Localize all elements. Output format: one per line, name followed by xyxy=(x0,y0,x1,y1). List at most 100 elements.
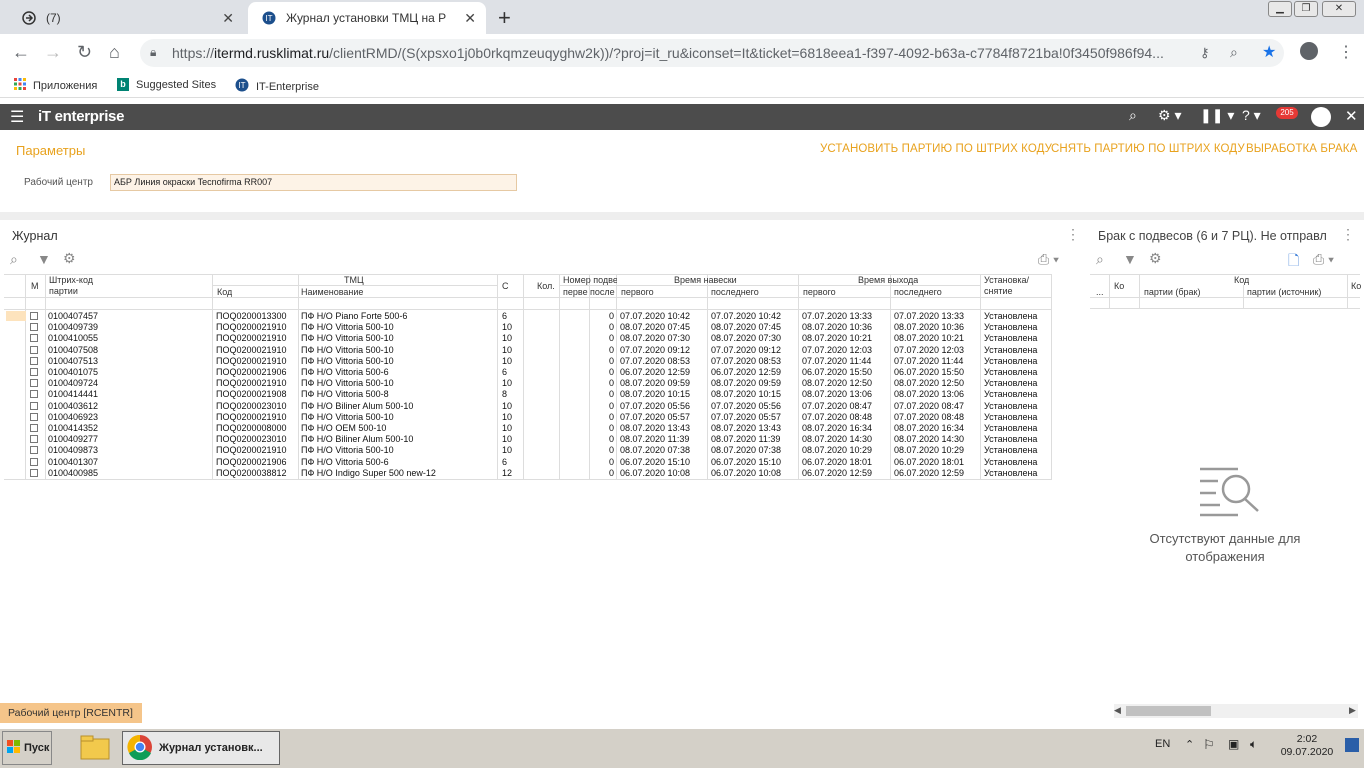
volume-icon[interactable]: 🔈︎ xyxy=(1250,737,1257,752)
col-header-exit-last[interactable]: последнего xyxy=(894,287,942,297)
bookmark-star-icon[interactable]: ★ xyxy=(1262,42,1276,62)
network-icon[interactable]: ▣ xyxy=(1228,737,1239,751)
table-row[interactable]: 0100409724 ПОQ0200021910 ПФ Н/О Vittoria 5… xyxy=(4,378,1052,389)
reload-icon[interactable]: ↻ xyxy=(77,42,92,63)
gear-icon[interactable]: ⚙ ▾ xyxy=(1158,107,1181,124)
col-header-hanger-first[interactable]: перве xyxy=(563,287,589,297)
scroll-left-icon[interactable]: ◀ xyxy=(1114,705,1121,716)
home-icon[interactable]: ⌂ xyxy=(109,42,120,63)
minimize-icon[interactable]: ▁ xyxy=(1268,1,1292,17)
table-row[interactable]: 0100414441 ПОQ0200021908 ПФ Н/О Vittoria 5… xyxy=(4,389,1052,400)
col-header-m[interactable]: М xyxy=(31,281,39,291)
col-header-hang-first[interactable]: первого xyxy=(621,287,654,297)
browser-tab-notifications[interactable]: (7) ✕ xyxy=(8,2,244,34)
bookmark-apps[interactable]: Приложения xyxy=(14,78,97,93)
col-header-hanger-last[interactable]: после xyxy=(590,287,616,297)
col-header-barcode[interactable]: Штрих-код xyxy=(49,275,93,285)
table-row[interactable]: 0100410055 ПОQ0200021910 ПФ Н/О Vittoria 5… xyxy=(4,333,1052,344)
col-header-hang-last[interactable]: последнего xyxy=(711,287,759,297)
user-avatar-icon[interactable] xyxy=(1311,107,1331,127)
restore-icon[interactable]: ❐ xyxy=(1294,1,1318,17)
scroll-right-icon[interactable]: ▶ xyxy=(1349,705,1356,716)
table-row[interactable]: 0100401307 ПОQ0200021906 ПФ Н/О Vittoria 5… xyxy=(4,457,1052,468)
col-header-qty[interactable]: Кол. xyxy=(537,281,555,291)
taskbar-chrome-window[interactable]: Журнал установк... xyxy=(122,731,280,765)
close-tab-icon[interactable]: ✕ xyxy=(464,10,476,27)
forward-icon[interactable]: → xyxy=(44,42,62,63)
app-logo[interactable]: iT enterprise xyxy=(38,108,124,125)
search-icon[interactable]: ⌕ xyxy=(1129,107,1137,124)
col-header-install[interactable]: Установка/ xyxy=(984,275,1029,285)
search-icon[interactable]: ⌕ xyxy=(10,251,18,268)
flag-icon[interactable]: ⚐ xyxy=(1203,737,1215,753)
table-row[interactable]: 0100407513 ПОQ0200021910 ПФ Н/О Vittoria 5… xyxy=(4,356,1052,367)
set-batch-by-barcode-link[interactable]: УСТАНОВИТЬ ПАРТИЮ ПО ШТРИХ КОДУ xyxy=(820,143,1052,155)
row-checkbox[interactable] xyxy=(30,323,38,332)
table-row[interactable]: 0100407508 ПОQ0200021910 ПФ Н/О Vittoria 5… xyxy=(4,345,1052,356)
lock-icon[interactable]: 🔒︎ xyxy=(150,45,156,60)
row-checkbox[interactable] xyxy=(30,368,38,376)
defect-output-link[interactable]: ВЫРАБОТКА БРАКА xyxy=(1246,143,1357,155)
table-row[interactable]: 0100403612 ПОQ0200023010 ПФ Н/О Biliner Al… xyxy=(4,401,1052,412)
row-checkbox[interactable] xyxy=(30,412,38,421)
back-icon[interactable]: ← xyxy=(12,42,30,63)
col-header-ko[interactable]: Ко xyxy=(1114,281,1124,291)
new-document-icon[interactable]: 🗋︎ xyxy=(1288,250,1299,274)
notification-badge[interactable]: 205 xyxy=(1276,107,1298,119)
close-app-icon[interactable]: ✕ xyxy=(1345,107,1358,125)
params-title[interactable]: Параметры xyxy=(16,143,85,158)
menu-dots-icon[interactable]: ⋮ xyxy=(1338,42,1354,62)
zoom-icon[interactable]: ⌕ xyxy=(1230,44,1238,61)
row-checkbox[interactable] xyxy=(30,356,38,365)
search-icon[interactable]: ⌕ xyxy=(1096,251,1104,268)
print-icon[interactable]: ⎙ ▾ xyxy=(1038,251,1059,268)
bookmark-suggested-sites[interactable]: b Suggested Sites xyxy=(117,78,216,91)
row-checkbox[interactable] xyxy=(30,468,38,477)
panel-menu-icon[interactable]: ⋮ xyxy=(1341,226,1355,243)
work-center-field[interactable]: АБР Линия окраски Tecnofirma RR007 xyxy=(110,174,517,191)
scrollbar-thumb[interactable] xyxy=(1126,706,1211,716)
show-desktop-icon[interactable] xyxy=(1345,738,1359,752)
table-row[interactable]: 0100401075 ПОQ0200021906 ПФ Н/О Vittoria 5… xyxy=(4,367,1052,378)
row-checkbox[interactable] xyxy=(30,390,38,399)
hamburger-menu-icon[interactable]: ☰ xyxy=(10,107,24,127)
col-header-dots[interactable]: ... xyxy=(1096,287,1104,297)
row-checkbox[interactable] xyxy=(30,401,38,410)
filter-icon[interactable]: ▼ xyxy=(37,251,51,267)
row-checkbox[interactable] xyxy=(30,457,38,466)
row-checkbox[interactable] xyxy=(30,312,38,320)
table-row[interactable]: 0100409739 ПОQ0200021910 ПФ Н/О Vittoria 5… xyxy=(4,322,1052,333)
col-header-c[interactable]: С xyxy=(502,281,509,291)
col-header-batch-source[interactable]: партии (источник) xyxy=(1247,287,1321,297)
filter-icon[interactable]: ▼ xyxy=(1123,251,1137,267)
row-checkbox[interactable] xyxy=(30,345,38,354)
table-row[interactable]: 0100409873 ПОQ0200021910 ПФ Н/О Vittoria 5… xyxy=(4,445,1052,456)
pause-icon[interactable]: ❚❚ ▾ xyxy=(1200,107,1234,124)
col-header-exit-first[interactable]: первого xyxy=(803,287,836,297)
remove-batch-by-barcode-link[interactable]: СНЯТЬ ПАРТИЮ ПО ШТРИХ КОДУ xyxy=(1051,143,1245,155)
bookmark-it-enterprise[interactable]: IT IT-Enterprise xyxy=(235,78,319,95)
address-bar[interactable]: https://itermd.rusklimat.ru/clientRMD/(S… xyxy=(140,39,1284,67)
close-window-icon[interactable]: ✕ xyxy=(1322,1,1356,17)
tray-expand-icon[interactable]: ⌃ xyxy=(1185,738,1194,751)
clock[interactable]: 2:02 09.07.2020 xyxy=(1276,733,1338,759)
col-header-code[interactable]: Код xyxy=(217,287,232,297)
table-row[interactable]: 0100406923 ПОQ0200021910 ПФ Н/О Vittoria 5… xyxy=(4,412,1052,423)
panel-menu-icon[interactable]: ⋮ xyxy=(1066,226,1080,243)
table-row[interactable]: 0100400985 ПОQ0200038812 ПФ Н/О Indigo Sup… xyxy=(4,468,1052,479)
col-header-ko-2[interactable]: Ко xyxy=(1351,281,1361,291)
new-tab-icon[interactable]: + xyxy=(498,5,511,31)
browser-tab-journal[interactable]: IT Журнал установки ТМЦ на РЦ - RT ✕ xyxy=(248,2,486,34)
row-checkbox[interactable] xyxy=(30,334,38,343)
language-indicator[interactable]: EN xyxy=(1155,738,1170,750)
profile-icon[interactable] xyxy=(1300,42,1318,60)
row-checkbox[interactable] xyxy=(30,435,38,444)
status-tag[interactable]: Рабочий центр [RCENTR] xyxy=(0,703,142,723)
settings-icon[interactable]: ⚙ xyxy=(1149,250,1162,267)
col-header-batch-defect[interactable]: партии (брак) xyxy=(1144,287,1200,297)
print-icon[interactable]: ⎙ ▾ xyxy=(1313,251,1334,268)
row-checkbox[interactable] xyxy=(30,379,38,388)
table-row[interactable]: 0100407457 ПОQ0200013300 ПФ Н/О Piano Fort… xyxy=(4,311,1052,322)
table-row[interactable]: 0100414352 ПОQ0200008000 ПФ Н/О OEM 500-10… xyxy=(4,423,1052,434)
start-button[interactable]: Пуск xyxy=(2,731,52,765)
